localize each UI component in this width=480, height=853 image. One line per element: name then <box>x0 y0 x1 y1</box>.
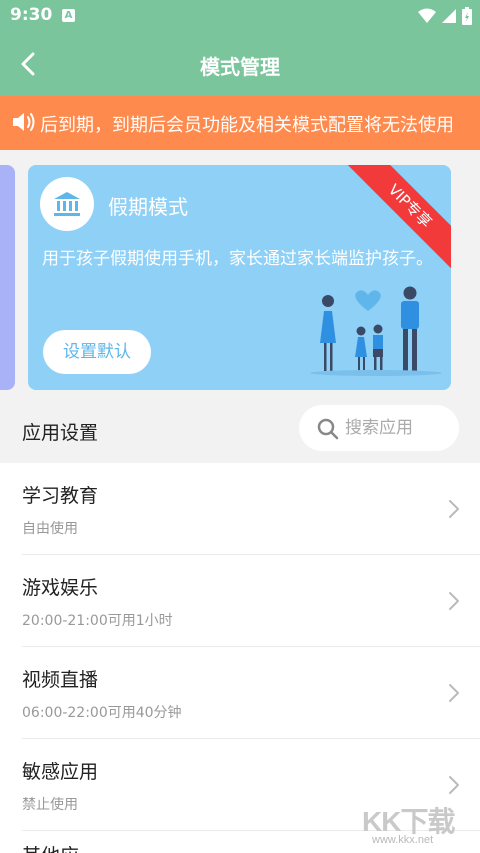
watermark: KK下载 www.kkx.net <box>362 800 480 850</box>
speaker-icon <box>13 113 35 131</box>
status-bar: 9:30 A <box>0 0 480 32</box>
watermark-url: www.kkx.net <box>372 834 434 846</box>
list-item[interactable]: 学习教育 自由使用 <box>0 463 480 555</box>
app-bar: 模式管理 <box>0 32 480 96</box>
chevron-right-icon <box>449 776 459 794</box>
item-title: 游戏娱乐 <box>22 577 99 599</box>
previous-mode-card[interactable] <box>0 165 15 390</box>
signal-icon <box>442 9 456 23</box>
status-icons <box>418 7 472 25</box>
category-list: 学习教育 自由使用 游戏娱乐 20:00-21:00可用1小时 视频直播 06:… <box>0 463 480 853</box>
item-status: 06:00-22:00可用40分钟 <box>22 705 182 721</box>
item-status: 20:00-21:00可用1小时 <box>22 613 173 629</box>
item-status: 自由使用 <box>22 521 78 537</box>
page-title: 模式管理 <box>200 55 280 79</box>
bank-icon <box>40 177 94 231</box>
item-title: 学习教育 <box>22 485 99 507</box>
chevron-right-icon <box>449 592 459 610</box>
chevron-right-icon <box>449 684 459 702</box>
wifi-icon <box>418 8 436 23</box>
search-box[interactable] <box>299 405 459 451</box>
list-item[interactable]: 视频直播 06:00-22:00可用40分钟 <box>0 647 480 739</box>
item-title: 其他应 <box>22 841 79 853</box>
search-icon <box>317 418 339 440</box>
list-item[interactable]: 游戏娱乐 20:00-21:00可用1小时 <box>0 555 480 647</box>
mode-description: 用于孩子假期使用手机，家长通过家长端监护孩子。 <box>42 249 433 269</box>
mode-title: 假期模式 <box>108 195 188 219</box>
section-title: 应用设置 <box>22 422 99 444</box>
app-settings-header: 应用设置 <box>0 400 480 462</box>
chevron-right-icon <box>449 500 459 518</box>
mode-card[interactable]: 假期模式 用于孩子假期使用手机，家长通过家长端监护孩子。 设置默认 VIP专享 <box>28 165 451 390</box>
battery-icon <box>462 7 472 25</box>
item-title: 视频直播 <box>22 669 99 691</box>
notice-bar: 后到期，到期后会员功能及相关模式配置将无法使用 <box>0 96 480 150</box>
notification-app-icon: A <box>62 9 75 22</box>
item-status: 禁止使用 <box>22 797 78 813</box>
set-default-button[interactable]: 设置默认 <box>43 330 151 374</box>
notice-text: 后到期，到期后会员功能及相关模式配置将无法使用 <box>40 115 454 136</box>
search-input[interactable] <box>345 414 451 442</box>
family-illustration <box>310 286 442 376</box>
item-title: 敏感应用 <box>22 761 99 783</box>
status-time: 9:30 <box>10 5 53 25</box>
